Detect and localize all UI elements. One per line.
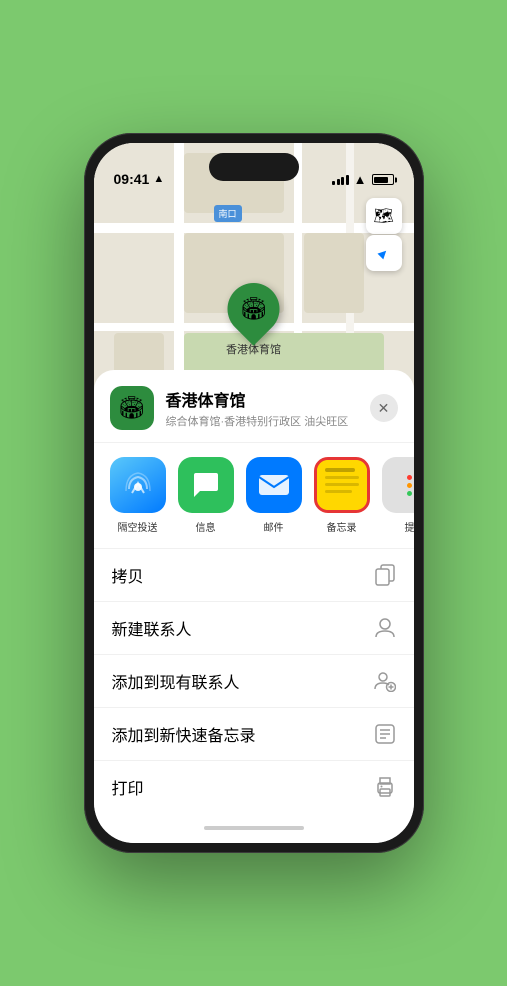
phone-screen: 09:41 ▲ ▲ bbox=[94, 143, 414, 843]
notes-line-3 bbox=[325, 483, 359, 486]
location-button[interactable]: ▲ bbox=[366, 235, 402, 271]
location-pin: 🏟 香港体育馆 bbox=[226, 283, 281, 357]
action-print[interactable]: 打印 bbox=[94, 761, 414, 813]
status-icons: ▲ bbox=[332, 172, 393, 187]
more-icon-box bbox=[382, 457, 414, 513]
signal-bar-1 bbox=[332, 181, 335, 185]
notes-line-2 bbox=[325, 476, 359, 479]
dynamic-island bbox=[209, 153, 299, 181]
map-controls: 🗺 ▲ bbox=[366, 198, 402, 271]
action-new-contact[interactable]: 新建联系人 bbox=[94, 602, 414, 655]
share-item-more[interactable]: 提 bbox=[382, 457, 414, 534]
layers-icon: 🗺 bbox=[373, 206, 393, 226]
share-item-airdrop[interactable]: 隔空投送 bbox=[110, 457, 166, 534]
notes-icon-box bbox=[314, 457, 370, 513]
notes-label: 备忘录 bbox=[327, 519, 357, 534]
new-contact-icon bbox=[374, 617, 396, 639]
action-copy-label: 拷贝 bbox=[112, 563, 144, 587]
home-bar bbox=[94, 813, 414, 843]
notes-inner bbox=[317, 460, 367, 510]
messages-icon-box bbox=[178, 457, 234, 513]
venue-name: 香港体育馆 bbox=[166, 387, 370, 411]
messages-icon bbox=[190, 471, 222, 499]
action-quick-note-label: 添加到新快速备忘录 bbox=[112, 722, 256, 746]
mail-label: 邮件 bbox=[264, 519, 284, 534]
venue-icon: 🏟 bbox=[110, 386, 154, 430]
block2 bbox=[304, 233, 364, 313]
copy-icon bbox=[374, 564, 396, 586]
signal-bar-3 bbox=[341, 177, 344, 185]
share-item-mail[interactable]: 邮件 bbox=[246, 457, 302, 534]
share-row: 隔空投送 信息 bbox=[94, 443, 414, 549]
location-icon: ▲ bbox=[373, 242, 394, 263]
venue-header: 🏟 香港体育馆 综合体育馆·香港特别行政区 油尖旺区 ✕ bbox=[94, 370, 414, 443]
battery-fill bbox=[374, 177, 388, 183]
airdrop-label: 隔空投送 bbox=[118, 519, 158, 534]
signal-bars bbox=[332, 175, 349, 185]
messages-label: 信息 bbox=[196, 519, 216, 534]
action-list: 拷贝 新建联系人 添加到现有联系人 bbox=[94, 549, 414, 813]
pin-circle: 🏟 bbox=[217, 272, 291, 346]
dot-green bbox=[407, 491, 412, 496]
venue-info: 香港体育馆 综合体育馆·香港特别行政区 油尖旺区 bbox=[166, 387, 370, 429]
print-icon bbox=[374, 776, 396, 798]
add-contact-icon bbox=[374, 670, 396, 692]
more-dots bbox=[407, 475, 412, 496]
signal-bar-2 bbox=[337, 179, 340, 185]
more-label: 提 bbox=[405, 519, 414, 534]
action-new-contact-label: 新建联系人 bbox=[112, 616, 192, 640]
action-add-contact[interactable]: 添加到现有联系人 bbox=[94, 655, 414, 708]
mail-icon bbox=[257, 473, 291, 497]
airdrop-icon bbox=[122, 469, 154, 501]
share-item-notes[interactable]: 备忘录 bbox=[314, 457, 370, 534]
south-entrance-label: 南口 bbox=[214, 205, 242, 222]
airdrop-icon-box bbox=[110, 457, 166, 513]
venue-emoji: 🏟 bbox=[118, 395, 146, 421]
bottom-sheet: 🏟 香港体育馆 综合体育馆·香港特别行政区 油尖旺区 ✕ bbox=[94, 370, 414, 843]
mail-icon-box bbox=[246, 457, 302, 513]
status-time: 09:41 bbox=[114, 171, 150, 187]
dot-red bbox=[407, 475, 412, 480]
notes-line-4 bbox=[325, 490, 352, 493]
phone-frame: 09:41 ▲ ▲ bbox=[84, 133, 424, 853]
dot-orange bbox=[407, 483, 412, 488]
home-indicator bbox=[204, 826, 304, 830]
pin-emoji: 🏟 bbox=[240, 296, 268, 322]
action-copy[interactable]: 拷贝 bbox=[94, 549, 414, 602]
action-add-contact-label: 添加到现有联系人 bbox=[112, 669, 240, 693]
battery-icon bbox=[372, 174, 394, 185]
share-item-messages[interactable]: 信息 bbox=[178, 457, 234, 534]
signal-bar-4 bbox=[346, 175, 349, 185]
wifi-icon: ▲ bbox=[354, 172, 367, 187]
action-print-label: 打印 bbox=[112, 775, 144, 799]
quick-note-icon bbox=[374, 723, 396, 745]
action-quick-note[interactable]: 添加到新快速备忘录 bbox=[94, 708, 414, 761]
layers-button[interactable]: 🗺 bbox=[366, 198, 402, 234]
location-arrow-icon: ▲ bbox=[153, 173, 164, 185]
close-icon: ✕ bbox=[378, 400, 390, 417]
close-button[interactable]: ✕ bbox=[370, 394, 398, 422]
venue-description: 综合体育馆·香港特别行政区 油尖旺区 bbox=[166, 413, 370, 429]
notes-line-1 bbox=[325, 468, 356, 472]
